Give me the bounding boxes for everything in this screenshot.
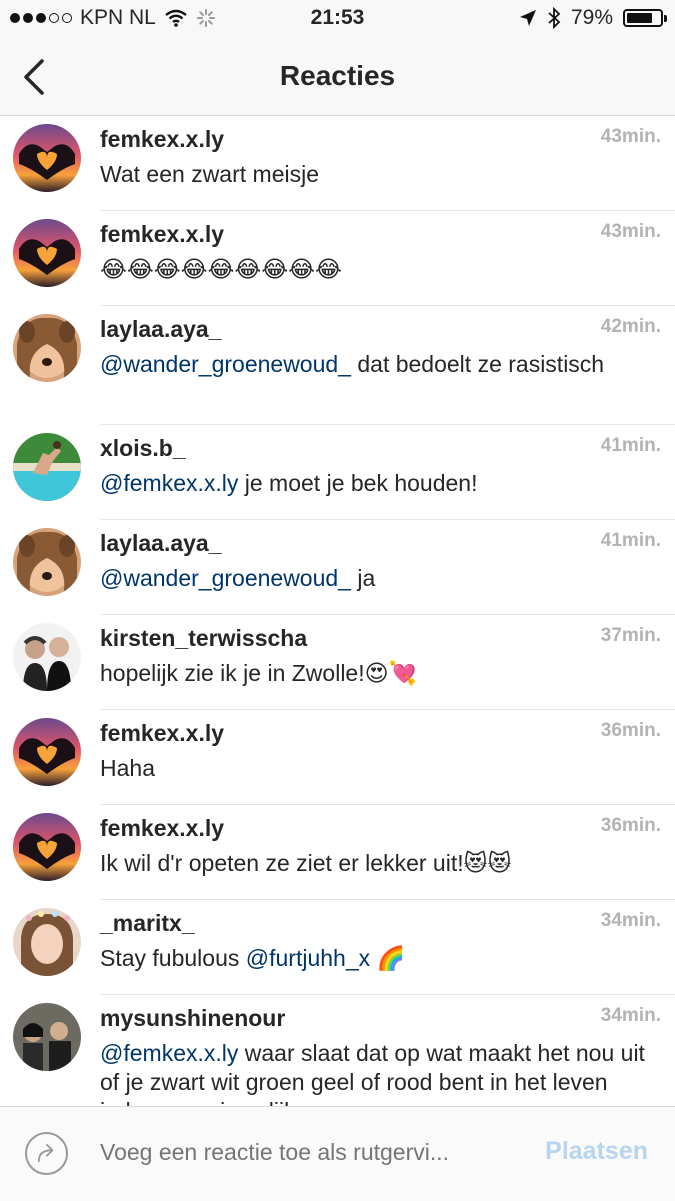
rainbow-emoji: 🌈 (376, 946, 406, 972)
comment-item: laylaa.aya_ 41min. @wander_groenewoud_ j… (0, 520, 675, 615)
comment-username[interactable]: kirsten_terwisscha (100, 625, 307, 652)
comment-timestamp: 36min. (600, 815, 661, 836)
comment-item: femkex.x.ly 43min. Wat een zwart meisje (0, 116, 675, 211)
avatar[interactable] (13, 314, 81, 382)
comment-input[interactable] (100, 1139, 500, 1166)
comment-text: @femkex.x.ly je moet je bek houden! (100, 470, 478, 496)
comment-timestamp: 41min. (600, 530, 661, 551)
comment-text: @wander_groenewoud_ dat bedoelt ze rasis… (100, 351, 605, 377)
comment-item: laylaa.aya_ 42min. @wander_groenewoud_ d… (0, 306, 675, 425)
avatar[interactable] (13, 908, 81, 976)
comment-text: 😂😂😂😂😂😂😂😂😂 (100, 255, 650, 285)
post-button[interactable]: Plaatsen (545, 1137, 648, 1166)
avatar[interactable] (13, 813, 81, 881)
comment-username[interactable]: mysunshinenour (100, 1005, 285, 1032)
bluetooth-icon (548, 7, 561, 29)
status-bar: KPN NL 21:53 79% (0, 0, 675, 40)
comment-text: hopelijk zie ik je in Zwolle!😍💘 (100, 660, 418, 687)
comment-username[interactable]: femkex.x.ly (100, 720, 224, 747)
comment-timestamp: 43min. (600, 221, 661, 242)
comment-timestamp: 37min. (600, 625, 661, 646)
comment-item: femkex.x.ly 43min. 😂😂😂😂😂😂😂😂😂 (0, 211, 675, 306)
avatar[interactable] (13, 1003, 81, 1071)
comment-username[interactable]: femkex.x.ly (100, 815, 224, 842)
heart-eyes-cat-emoji: 😻😻 (463, 851, 512, 877)
avatar[interactable] (13, 219, 81, 287)
page-title: Reacties (279, 60, 396, 91)
comment-item: _maritx_ 34min. Stay fubulous @furtjuhh_… (0, 900, 675, 995)
heart-eyes-emoji: 😍💘 (364, 661, 418, 687)
comment-username[interactable]: laylaa.aya_ (100, 530, 222, 557)
comment-compose-bar: Plaatsen (0, 1106, 675, 1201)
comment-timestamp: 41min. (600, 435, 661, 456)
comment-text: Haha (100, 755, 155, 781)
comment-username[interactable]: femkex.x.ly (100, 126, 224, 153)
comment-text: @femkex.x.ly waar slaat dat op wat maakt… (100, 1040, 645, 1106)
mention-link[interactable]: @furtjuhh_x (246, 945, 370, 971)
comment-timestamp: 42min. (600, 316, 661, 337)
comment-username[interactable]: laylaa.aya_ (100, 316, 222, 343)
comment-text: Wat een zwart meisje (100, 161, 319, 187)
avatar[interactable] (13, 433, 81, 501)
comment-item: mysunshinenour 34min. @femkex.x.ly waar … (0, 995, 675, 1106)
mention-link[interactable]: @femkex.x.ly (100, 470, 238, 496)
comment-item: kirsten_terwisscha 37min. hopelijk zie i… (0, 615, 675, 710)
avatar[interactable] (13, 528, 81, 596)
comment-timestamp: 43min. (600, 126, 661, 147)
avatar[interactable] (13, 124, 81, 192)
avatar[interactable] (13, 718, 81, 786)
comment-item: femkex.x.ly 36min. Haha (0, 710, 675, 805)
mention-link[interactable]: @femkex.x.ly (100, 1040, 238, 1066)
comment-item: xlois.b_ 41min. @femkex.x.ly je moet je … (0, 425, 675, 520)
comment-text: @wander_groenewoud_ ja (100, 565, 376, 591)
comments-list[interactable]: femkex.x.ly 43min. Wat een zwart meisje … (0, 116, 675, 1106)
comment-username[interactable]: femkex.x.ly (100, 221, 224, 248)
navigation-bar: Reacties (0, 40, 675, 116)
comment-text: Ik wil d'r opeten ze ziet er lekker uit!… (100, 850, 512, 877)
laughing-crying-emoji: 😂😂😂😂😂😂😂😂😂 (100, 257, 342, 283)
comment-timestamp: 36min. (600, 720, 661, 741)
battery-icon (623, 9, 667, 27)
comment-timestamp: 34min. (600, 1005, 661, 1026)
comment-timestamp: 34min. (600, 910, 661, 931)
comment-text: Stay fubulous @furtjuhh_x 🌈 (100, 945, 406, 972)
comment-username[interactable]: xlois.b_ (100, 435, 186, 462)
mention-link[interactable]: @wander_groenewoud_ (100, 351, 351, 377)
avatar[interactable] (13, 623, 81, 691)
mention-link[interactable]: @wander_groenewoud_ (100, 565, 351, 591)
location-arrow-icon (519, 10, 536, 26)
share-arrow-icon[interactable] (25, 1132, 68, 1175)
comment-item: femkex.x.ly 36min. Ik wil d'r opeten ze … (0, 805, 675, 900)
battery-percentage: 79% (570, 6, 613, 29)
comment-username[interactable]: _maritx_ (100, 910, 195, 937)
